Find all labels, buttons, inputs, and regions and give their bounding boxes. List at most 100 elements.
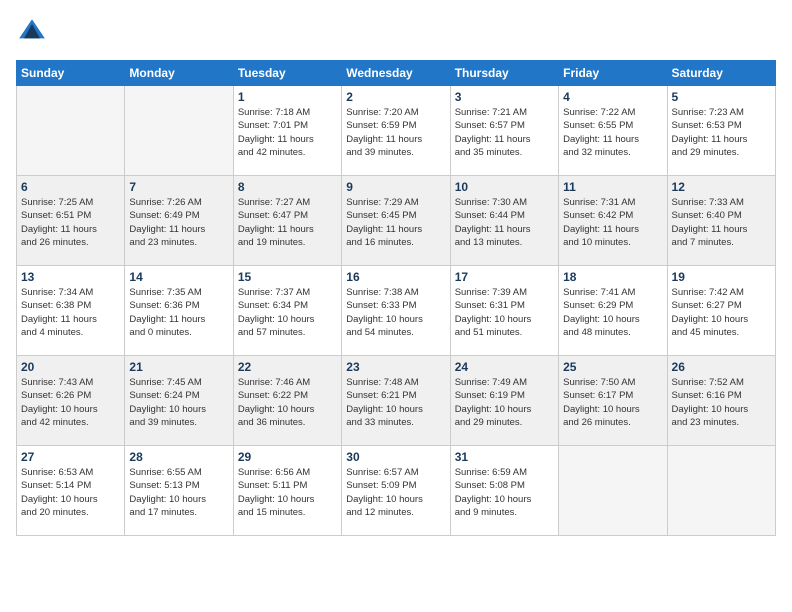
calendar-cell xyxy=(559,446,667,536)
calendar-cell: 9 Sunrise: 7:29 AMSunset: 6:45 PMDaylight… xyxy=(342,176,450,266)
day-number: 19 xyxy=(672,270,771,284)
day-number: 5 xyxy=(672,90,771,104)
day-info: Sunrise: 6:55 AMSunset: 5:13 PMDaylight:… xyxy=(129,466,228,519)
calendar-cell xyxy=(667,446,775,536)
week-row-1: 1 Sunrise: 7:18 AMSunset: 7:01 PMDaylight… xyxy=(17,86,776,176)
calendar-cell xyxy=(17,86,125,176)
day-info: Sunrise: 7:42 AMSunset: 6:27 PMDaylight:… xyxy=(672,286,771,339)
day-number: 12 xyxy=(672,180,771,194)
day-number: 20 xyxy=(21,360,120,374)
day-number: 22 xyxy=(238,360,337,374)
day-number: 21 xyxy=(129,360,228,374)
day-number: 13 xyxy=(21,270,120,284)
day-number: 14 xyxy=(129,270,228,284)
calendar-table: SundayMondayTuesdayWednesdayThursdayFrid… xyxy=(16,60,776,536)
weekday-header-wednesday: Wednesday xyxy=(342,61,450,86)
calendar-cell: 24 Sunrise: 7:49 AMSunset: 6:19 PMDayligh… xyxy=(450,356,558,446)
calendar-cell: 10 Sunrise: 7:30 AMSunset: 6:44 PMDayligh… xyxy=(450,176,558,266)
day-info: Sunrise: 7:52 AMSunset: 6:16 PMDaylight:… xyxy=(672,376,771,429)
logo-icon xyxy=(16,16,48,48)
day-info: Sunrise: 7:23 AMSunset: 6:53 PMDaylight:… xyxy=(672,106,771,159)
day-info: Sunrise: 7:37 AMSunset: 6:34 PMDaylight:… xyxy=(238,286,337,339)
calendar-cell: 22Sunrise: 7:46 AMSunset: 6:22 PMDayligh… xyxy=(233,356,341,446)
day-info: Sunrise: 7:25 AMSunset: 6:51 PMDaylight:… xyxy=(21,196,120,249)
day-number: 8 xyxy=(238,180,337,194)
day-number: 30 xyxy=(346,450,445,464)
calendar-cell: 28 Sunrise: 6:55 AMSunset: 5:13 PMDayligh… xyxy=(125,446,233,536)
day-info: Sunrise: 7:38 AMSunset: 6:33 PMDaylight:… xyxy=(346,286,445,339)
day-number: 28 xyxy=(129,450,228,464)
weekday-header-row: SundayMondayTuesdayWednesdayThursdayFrid… xyxy=(17,61,776,86)
calendar-cell: 20Sunrise: 7:43 AMSunset: 6:26 PMDayligh… xyxy=(17,356,125,446)
day-number: 6 xyxy=(21,180,120,194)
day-number: 11 xyxy=(563,180,662,194)
calendar-cell: 1 Sunrise: 7:18 AMSunset: 7:01 PMDaylight… xyxy=(233,86,341,176)
calendar-cell: 12 Sunrise: 7:33 AMSunset: 6:40 PMDayligh… xyxy=(667,176,775,266)
day-info: Sunrise: 7:30 AMSunset: 6:44 PMDaylight:… xyxy=(455,196,554,249)
day-info: Sunrise: 7:20 AMSunset: 6:59 PMDaylight:… xyxy=(346,106,445,159)
day-info: Sunrise: 7:45 AMSunset: 6:24 PMDaylight:… xyxy=(129,376,228,429)
page-header xyxy=(16,16,776,48)
day-info: Sunrise: 7:50 AMSunset: 6:17 PMDaylight:… xyxy=(563,376,662,429)
calendar-cell: 29 Sunrise: 6:56 AMSunset: 5:11 PMDayligh… xyxy=(233,446,341,536)
day-info: Sunrise: 7:18 AMSunset: 7:01 PMDaylight:… xyxy=(238,106,337,159)
day-info: Sunrise: 7:34 AMSunset: 6:38 PMDaylight:… xyxy=(21,286,120,339)
day-info: Sunrise: 7:26 AMSunset: 6:49 PMDaylight:… xyxy=(129,196,228,249)
day-info: Sunrise: 7:31 AMSunset: 6:42 PMDaylight:… xyxy=(563,196,662,249)
calendar-cell: 17 Sunrise: 7:39 AMSunset: 6:31 PMDayligh… xyxy=(450,266,558,356)
calendar-cell: 4Sunrise: 7:22 AMSunset: 6:55 PMDaylight… xyxy=(559,86,667,176)
day-number: 10 xyxy=(455,180,554,194)
calendar-cell: 7 Sunrise: 7:26 AMSunset: 6:49 PMDaylight… xyxy=(125,176,233,266)
calendar-cell: 23 Sunrise: 7:48 AMSunset: 6:21 PMDayligh… xyxy=(342,356,450,446)
day-number: 2 xyxy=(346,90,445,104)
calendar-cell: 8 Sunrise: 7:27 AMSunset: 6:47 PMDaylight… xyxy=(233,176,341,266)
week-row-2: 6 Sunrise: 7:25 AMSunset: 6:51 PMDaylight… xyxy=(17,176,776,266)
weekday-header-friday: Friday xyxy=(559,61,667,86)
day-number: 16 xyxy=(346,270,445,284)
day-info: Sunrise: 7:29 AMSunset: 6:45 PMDaylight:… xyxy=(346,196,445,249)
day-number: 1 xyxy=(238,90,337,104)
weekday-header-sunday: Sunday xyxy=(17,61,125,86)
calendar-cell: 19 Sunrise: 7:42 AMSunset: 6:27 PMDayligh… xyxy=(667,266,775,356)
calendar-cell: 14 Sunrise: 7:35 AMSunset: 6:36 PMDayligh… xyxy=(125,266,233,356)
day-number: 17 xyxy=(455,270,554,284)
logo xyxy=(16,16,52,48)
calendar-cell: 31Sunrise: 6:59 AMSunset: 5:08 PMDayligh… xyxy=(450,446,558,536)
day-number: 9 xyxy=(346,180,445,194)
day-info: Sunrise: 6:53 AMSunset: 5:14 PMDaylight:… xyxy=(21,466,120,519)
day-info: Sunrise: 7:33 AMSunset: 6:40 PMDaylight:… xyxy=(672,196,771,249)
calendar-cell: 21 Sunrise: 7:45 AMSunset: 6:24 PMDayligh… xyxy=(125,356,233,446)
day-number: 25 xyxy=(563,360,662,374)
week-row-3: 13 Sunrise: 7:34 AMSunset: 6:38 PMDayligh… xyxy=(17,266,776,356)
calendar-cell: 13 Sunrise: 7:34 AMSunset: 6:38 PMDayligh… xyxy=(17,266,125,356)
calendar-cell: 25 Sunrise: 7:50 AMSunset: 6:17 PMDayligh… xyxy=(559,356,667,446)
day-info: Sunrise: 7:41 AMSunset: 6:29 PMDaylight:… xyxy=(563,286,662,339)
day-number: 24 xyxy=(455,360,554,374)
weekday-header-tuesday: Tuesday xyxy=(233,61,341,86)
day-info: Sunrise: 7:49 AMSunset: 6:19 PMDaylight:… xyxy=(455,376,554,429)
day-number: 31 xyxy=(455,450,554,464)
day-number: 7 xyxy=(129,180,228,194)
day-number: 18 xyxy=(563,270,662,284)
weekday-header-monday: Monday xyxy=(125,61,233,86)
day-number: 23 xyxy=(346,360,445,374)
calendar-cell: 3Sunrise: 7:21 AMSunset: 6:57 PMDaylight… xyxy=(450,86,558,176)
calendar-cell: 30 Sunrise: 6:57 AMSunset: 5:09 PMDayligh… xyxy=(342,446,450,536)
week-row-4: 20Sunrise: 7:43 AMSunset: 6:26 PMDayligh… xyxy=(17,356,776,446)
day-number: 26 xyxy=(672,360,771,374)
day-number: 27 xyxy=(21,450,120,464)
day-info: Sunrise: 7:21 AMSunset: 6:57 PMDaylight:… xyxy=(455,106,554,159)
calendar-cell: 6 Sunrise: 7:25 AMSunset: 6:51 PMDaylight… xyxy=(17,176,125,266)
calendar-cell: 2 Sunrise: 7:20 AMSunset: 6:59 PMDaylight… xyxy=(342,86,450,176)
calendar-cell: 11 Sunrise: 7:31 AMSunset: 6:42 PMDayligh… xyxy=(559,176,667,266)
day-info: Sunrise: 7:48 AMSunset: 6:21 PMDaylight:… xyxy=(346,376,445,429)
calendar-cell: 18 Sunrise: 7:41 AMSunset: 6:29 PMDayligh… xyxy=(559,266,667,356)
day-info: Sunrise: 6:57 AMSunset: 5:09 PMDaylight:… xyxy=(346,466,445,519)
day-info: Sunrise: 6:56 AMSunset: 5:11 PMDaylight:… xyxy=(238,466,337,519)
day-number: 29 xyxy=(238,450,337,464)
day-info: Sunrise: 7:35 AMSunset: 6:36 PMDaylight:… xyxy=(129,286,228,339)
weekday-header-thursday: Thursday xyxy=(450,61,558,86)
day-info: Sunrise: 7:22 AMSunset: 6:55 PMDaylight:… xyxy=(563,106,662,159)
day-info: Sunrise: 7:39 AMSunset: 6:31 PMDaylight:… xyxy=(455,286,554,339)
day-info: Sunrise: 7:27 AMSunset: 6:47 PMDaylight:… xyxy=(238,196,337,249)
